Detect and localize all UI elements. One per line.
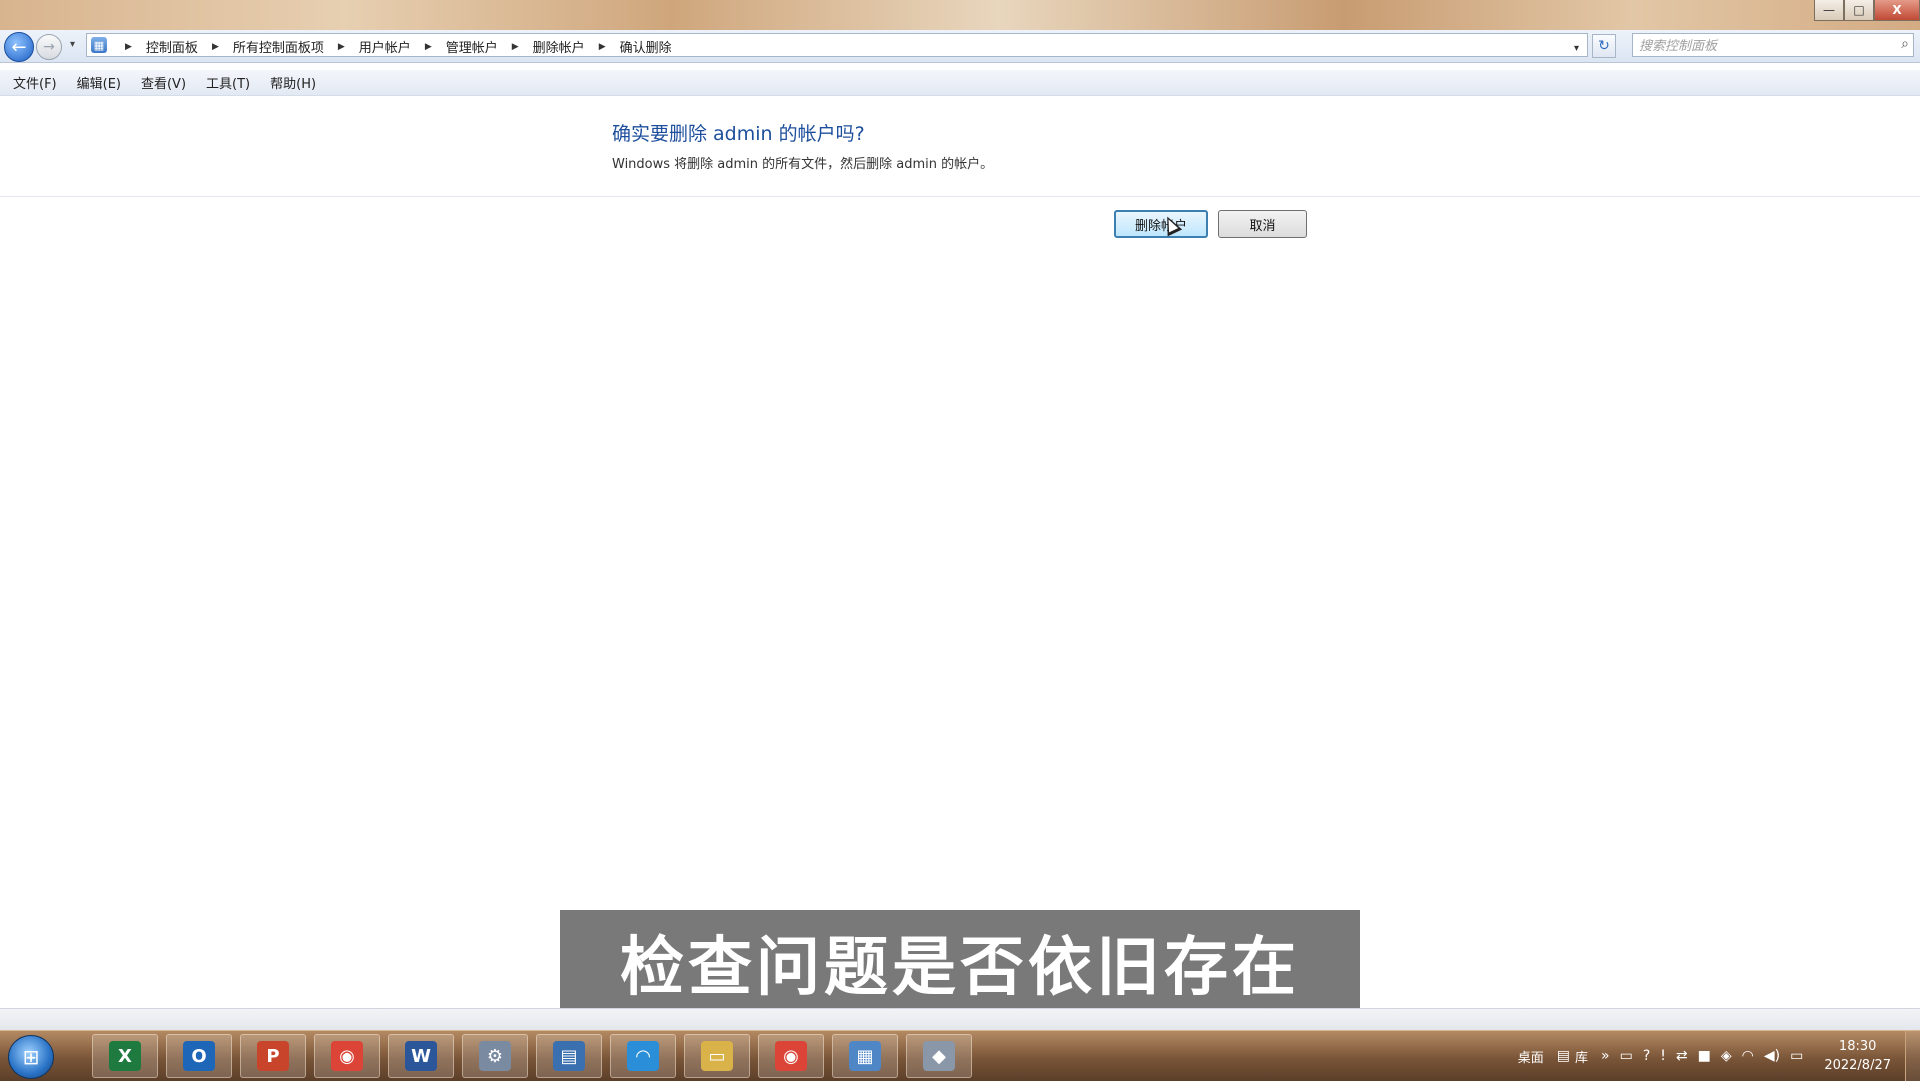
system-tray: 桌面 ▤ 库 » ▭ ? ! ⇄ ■ ◈ ◠ ◀) ▭ 18:30 2022/8… [1518, 1031, 1920, 1081]
control-panel-icon: ▦ [849, 1041, 881, 1071]
app-7-icon: ▤ [553, 1041, 585, 1071]
minimize-button[interactable]: — [1814, 0, 1844, 21]
taskbar: ⊞ X O P ◉ W ⚙ ▤ ◠ ▭ ◉ ▦ ◆ 桌面 ▤ 库 » ▭ ? ! ⇄ ■ ◈ ◠ ◀)… [0, 1030, 1920, 1081]
address-row: ← → ▾ ▦ ▶ 控制面板 ▶ 所有控制面板项 ▶ 用户帐户 ▶ 管理帐户 ▶… [0, 30, 1920, 63]
confirm-description: Windows 将删除 admin 的所有文件，然后删除 admin 的帐户。 [612, 157, 994, 172]
help-icon[interactable]: ? [1643, 1048, 1650, 1064]
sync-icon[interactable]: ⇄ [1676, 1048, 1688, 1064]
window-controls: — □ X [1814, 0, 1920, 22]
breadcrumb-confirm-delete[interactable]: 确认删除 [618, 37, 674, 56]
chrome-2-icon: ◉ [775, 1041, 807, 1071]
taskbar-app-12-button[interactable]: ◆ [906, 1034, 972, 1078]
divider [0, 196, 1920, 197]
shield-icon[interactable]: ◈ [1721, 1048, 1732, 1064]
menu-help[interactable]: 帮助(H) [263, 71, 323, 94]
desktop-wallpaper-strip: — □ X [0, 0, 1920, 34]
menu-view[interactable]: 查看(V) [134, 71, 193, 94]
toolbar-expand-icon[interactable]: » [1601, 1048, 1610, 1064]
app-6-icon: ⚙ [479, 1041, 511, 1071]
security-app-icon[interactable]: ■ [1698, 1048, 1711, 1064]
taskbar-excel-button[interactable]: X [92, 1034, 158, 1078]
windows-start-icon[interactable]: ⊞ [8, 1035, 54, 1079]
action-center-icon[interactable]: ▭ [1790, 1048, 1803, 1064]
breadcrumb-separator-icon[interactable]: ▶ [512, 42, 519, 52]
taskbar-wifi-app-button[interactable]: ◠ [610, 1034, 676, 1078]
word-icon: W [405, 1041, 437, 1071]
breadcrumb-separator-icon[interactable]: ▶ [599, 42, 606, 52]
back-arrow-icon[interactable]: ← [4, 32, 34, 62]
taskbar-explorer-button[interactable]: ▭ [684, 1034, 750, 1078]
excel-icon: X [109, 1041, 141, 1071]
clock[interactable]: 18:30 2022/8/27 [1824, 1037, 1891, 1075]
taskbar-chrome-2-button[interactable]: ◉ [758, 1034, 824, 1078]
breadcrumb-delete-account[interactable]: 删除帐户 [531, 37, 587, 56]
taskbar-word-button[interactable]: W [388, 1034, 454, 1078]
maximize-button[interactable]: □ [1844, 0, 1874, 21]
search-icon[interactable]: ⌕ [1901, 36, 1909, 52]
taskbar-powerpoint-button[interactable]: P [240, 1034, 306, 1078]
page-title: 确实要删除 admin 的帐户吗? [612, 123, 865, 145]
search-input[interactable] [1637, 36, 1881, 56]
chrome-icon: ◉ [331, 1041, 363, 1071]
address-dropdown-icon[interactable]: ▾ [1574, 43, 1579, 54]
content-area: 确实要删除 admin 的帐户吗? Windows 将删除 admin 的所有文… [0, 96, 1920, 1008]
breadcrumb-separator-icon[interactable]: ▶ [212, 42, 219, 52]
menu-bar: 文件(F) 编辑(E) 查看(V) 工具(T) 帮助(H) [0, 70, 1920, 96]
clock-time: 18:30 [1838, 1039, 1877, 1054]
show-desktop-button[interactable] [1905, 1031, 1920, 1081]
breadcrumb-control-panel[interactable]: 控制面板 [144, 37, 200, 56]
taskbar-app-7-button[interactable]: ▤ [536, 1034, 602, 1078]
taskbar-control-panel-button[interactable]: ▦ [832, 1034, 898, 1078]
breadcrumb-separator-icon[interactable]: ▶ [338, 42, 345, 52]
video-subtitle: 检查问题是否依旧存在 [560, 910, 1360, 1014]
breadcrumb-manage-accounts[interactable]: 管理帐户 [444, 37, 500, 56]
refresh-icon[interactable]: ↻ [1592, 34, 1616, 58]
breadcrumb-separator-icon[interactable]: ▶ [425, 42, 432, 52]
library-icon[interactable]: ▤ [1557, 1048, 1570, 1064]
search-box[interactable]: ⌕ [1632, 33, 1914, 57]
taskbar-chrome-button[interactable]: ◉ [314, 1034, 380, 1078]
taskbar-outlook-button[interactable]: O [166, 1034, 232, 1078]
forward-arrow-icon[interactable]: → [36, 34, 62, 60]
outlook-icon: O [183, 1041, 215, 1071]
breadcrumb-user-accounts[interactable]: 用户帐户 [357, 37, 413, 56]
alert-icon[interactable]: ! [1660, 1048, 1666, 1064]
breadcrumb: ▶ 控制面板 ▶ 所有控制面板项 ▶ 用户帐户 ▶ 管理帐户 ▶ 删除帐户 ▶ … [113, 37, 674, 56]
tray-desktop-toolbar[interactable]: 桌面 [1518, 1047, 1544, 1066]
breadcrumb-separator-icon[interactable]: ▶ [125, 42, 132, 52]
taskbar-app-6-button[interactable]: ⚙ [462, 1034, 528, 1078]
menu-file[interactable]: 文件(F) [6, 71, 64, 94]
explorer-icon: ▭ [701, 1041, 733, 1071]
tray-library-toolbar[interactable]: 库 [1575, 1047, 1588, 1066]
app-12-icon: ◆ [923, 1041, 955, 1071]
menu-tools[interactable]: 工具(T) [199, 71, 257, 94]
wifi-icon[interactable]: ◠ [1742, 1048, 1754, 1064]
menu-edit[interactable]: 编辑(E) [70, 71, 128, 94]
clock-date: 2022/8/27 [1824, 1058, 1891, 1073]
control-panel-icon: ▦ [91, 37, 107, 53]
address-bar[interactable]: ▦ ▶ 控制面板 ▶ 所有控制面板项 ▶ 用户帐户 ▶ 管理帐户 ▶ 删除帐户 … [86, 33, 1588, 57]
wifi-app-icon: ◠ [627, 1041, 659, 1071]
recent-pages-chevron-icon[interactable]: ▾ [70, 39, 75, 50]
powerpoint-icon: P [257, 1041, 289, 1071]
tray-monitor-icon[interactable]: ▭ [1620, 1048, 1633, 1064]
cancel-button[interactable]: 取消 [1218, 210, 1307, 238]
close-button[interactable]: X [1874, 0, 1920, 21]
breadcrumb-all-items[interactable]: 所有控制面板项 [231, 37, 326, 56]
volume-icon[interactable]: ◀) [1764, 1048, 1780, 1064]
